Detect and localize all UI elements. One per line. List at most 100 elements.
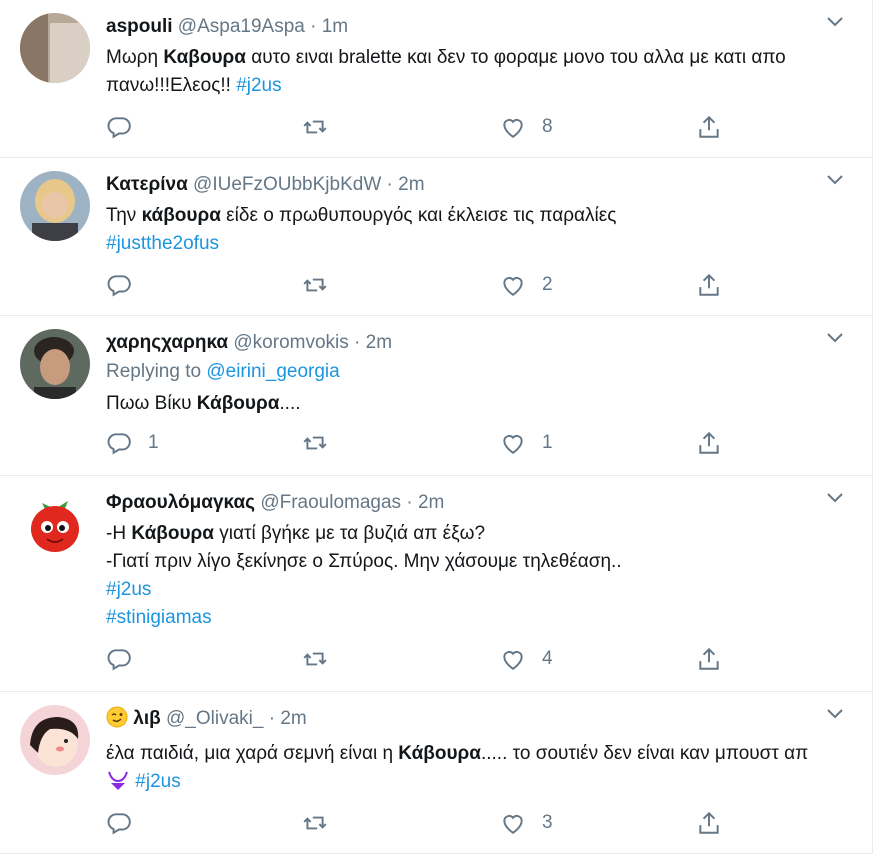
retweet-button[interactable] xyxy=(302,272,328,298)
user-handle[interactable]: @Aspa19Aspa xyxy=(178,16,305,37)
user-handle[interactable]: @IUeFzOUbbKjbKdW xyxy=(193,174,381,195)
reply-button[interactable] xyxy=(106,810,148,836)
replying-to-link[interactable]: @eirini_georgia xyxy=(206,361,339,382)
heart-icon xyxy=(503,651,523,670)
tweet-actions: 4 xyxy=(106,646,746,676)
user-handle[interactable]: @_Olivaki_ xyxy=(166,708,263,729)
share-button[interactable] xyxy=(696,114,722,140)
hashtag-link[interactable]: #stinigiamas xyxy=(106,607,212,628)
like-count: 3 xyxy=(542,812,553,833)
heart-icon xyxy=(503,277,523,296)
separator-dot: · xyxy=(268,708,276,729)
like-button[interactable]: 4 xyxy=(500,646,553,672)
separator-dot: · xyxy=(310,16,317,37)
tweet-text: Μωρη Καβουρα αυτο ειναι bralette και δεν… xyxy=(106,47,786,96)
chevron-down-icon[interactable] xyxy=(826,492,844,504)
reply-count: 1 xyxy=(148,432,159,453)
heart-icon xyxy=(503,435,523,454)
share-button[interactable] xyxy=(696,272,722,298)
user-name[interactable]: Κατερίνα xyxy=(106,174,188,195)
tweet-header: Φραουλόμαγκας @Fraoulomagas · 2m xyxy=(106,490,832,516)
hashtag-link[interactable]: #justthe2ofus xyxy=(106,233,219,254)
like-count: 1 xyxy=(542,432,553,453)
like-count: 2 xyxy=(542,274,553,295)
share-button[interactable] xyxy=(696,430,722,456)
share-icon xyxy=(699,115,719,138)
timestamp[interactable]: 2m xyxy=(418,492,444,513)
bikini-emoji xyxy=(106,769,130,800)
like-button[interactable]: 2 xyxy=(500,272,553,298)
separator-dot: · xyxy=(406,492,413,513)
reply-button[interactable] xyxy=(106,646,148,672)
tweet[interactable]: Φραουλόμαγκας @Fraoulomagas · 2m -Η Κάβο… xyxy=(0,476,872,692)
retweet-button[interactable] xyxy=(302,810,328,836)
user-name[interactable]: λιβ xyxy=(133,708,160,729)
share-icon xyxy=(699,811,719,834)
avatar[interactable] xyxy=(20,329,90,399)
share-icon xyxy=(699,647,719,670)
reply-icon xyxy=(107,275,131,297)
hashtag-link[interactable]: #j2us xyxy=(106,579,151,600)
tweet-text: Πωω Βίκυ Κάβουρα.... xyxy=(106,393,301,414)
separator-dot: · xyxy=(386,174,393,195)
reply-button[interactable] xyxy=(106,114,148,140)
retweet-icon xyxy=(303,436,327,450)
tweet-actions: 8 xyxy=(106,114,746,144)
avatar[interactable] xyxy=(20,13,90,83)
winking-face-emoji xyxy=(106,706,128,736)
chevron-down-icon[interactable] xyxy=(826,332,844,344)
separator-dot: · xyxy=(354,332,361,353)
retweet-button[interactable] xyxy=(302,430,328,456)
timestamp[interactable]: 2m xyxy=(280,708,306,729)
timestamp[interactable]: 2m xyxy=(398,174,424,195)
reply-button[interactable] xyxy=(106,272,148,298)
like-count: 8 xyxy=(542,116,553,137)
avatar[interactable] xyxy=(20,705,90,775)
share-button[interactable] xyxy=(696,646,722,672)
share-icon xyxy=(699,431,719,454)
user-name[interactable]: χαρηςχαρηκα xyxy=(106,332,228,353)
tweet-text: -Η Κάβουρα γιατί βγήκε με τα βυζιά απ έξ… xyxy=(106,523,622,628)
timestamp[interactable]: 2m xyxy=(366,332,392,353)
tweet-header: aspouli @Aspa19Aspa · 1m xyxy=(106,14,832,40)
tweet[interactable]: aspouli @Aspa19Aspa · 1m Μωρη Καβουρα αυ… xyxy=(0,0,872,158)
retweet-icon xyxy=(303,816,327,830)
user-name[interactable]: aspouli xyxy=(106,16,173,37)
tweet-header: χαρηςχαρηκα @koromvokis · 2m xyxy=(106,330,832,356)
like-button[interactable]: 1 xyxy=(500,430,553,456)
hashtag-link[interactable]: #j2us xyxy=(135,771,180,792)
chevron-down-icon[interactable] xyxy=(826,16,844,28)
tweet-text: έλα παιδιά, μια χαρά σεμνή είναι η Κάβου… xyxy=(106,740,832,800)
chevron-down-icon[interactable] xyxy=(826,174,844,186)
share-button[interactable] xyxy=(696,810,722,836)
user-name[interactable]: Φραουλόμαγκας xyxy=(106,492,255,513)
tweet[interactable]: λιβ @_Olivaki_ · 2m έλα παιδιά, μια χαρά… xyxy=(0,692,872,854)
reply-icon xyxy=(107,813,131,835)
chevron-down-icon[interactable] xyxy=(826,708,844,720)
user-handle[interactable]: @koromvokis xyxy=(233,332,348,353)
user-handle[interactable]: @Fraoulomagas xyxy=(260,492,401,513)
avatar[interactable] xyxy=(20,489,90,559)
retweet-button[interactable] xyxy=(302,114,328,140)
hashtag-link[interactable]: #j2us xyxy=(236,75,281,96)
like-button[interactable]: 3 xyxy=(500,810,553,836)
tweet-header: λιβ @_Olivaki_ · 2m xyxy=(106,706,832,736)
tweet[interactable]: Κατερίνα @IUeFzOUbbKjbKdW · 2m Την κάβου… xyxy=(0,158,872,316)
timeline: aspouli @Aspa19Aspa · 1m Μωρη Καβουρα αυ… xyxy=(0,0,873,854)
tweet-text: Την κάβουρα είδε ο πρωθυπουργός και έκλε… xyxy=(106,205,617,254)
tweet-actions: 3 xyxy=(106,810,746,840)
reply-button[interactable]: 1 xyxy=(106,430,159,456)
tweet[interactable]: χαρηςχαρηκα @koromvokis · 2m Replying to… xyxy=(0,316,872,476)
retweet-icon xyxy=(303,120,327,134)
retweet-icon xyxy=(303,652,327,666)
like-button[interactable]: 8 xyxy=(500,114,553,140)
timestamp[interactable]: 1m xyxy=(322,16,348,37)
heart-icon xyxy=(503,119,523,138)
avatar[interactable] xyxy=(20,171,90,241)
reply-icon xyxy=(107,433,131,455)
heart-icon xyxy=(503,815,523,834)
replying-to: Replying to @eirini_georgia xyxy=(106,361,340,382)
retweet-button[interactable] xyxy=(302,646,328,672)
tweet-header: Κατερίνα @IUeFzOUbbKjbKdW · 2m xyxy=(106,172,832,198)
reply-icon xyxy=(107,649,131,671)
